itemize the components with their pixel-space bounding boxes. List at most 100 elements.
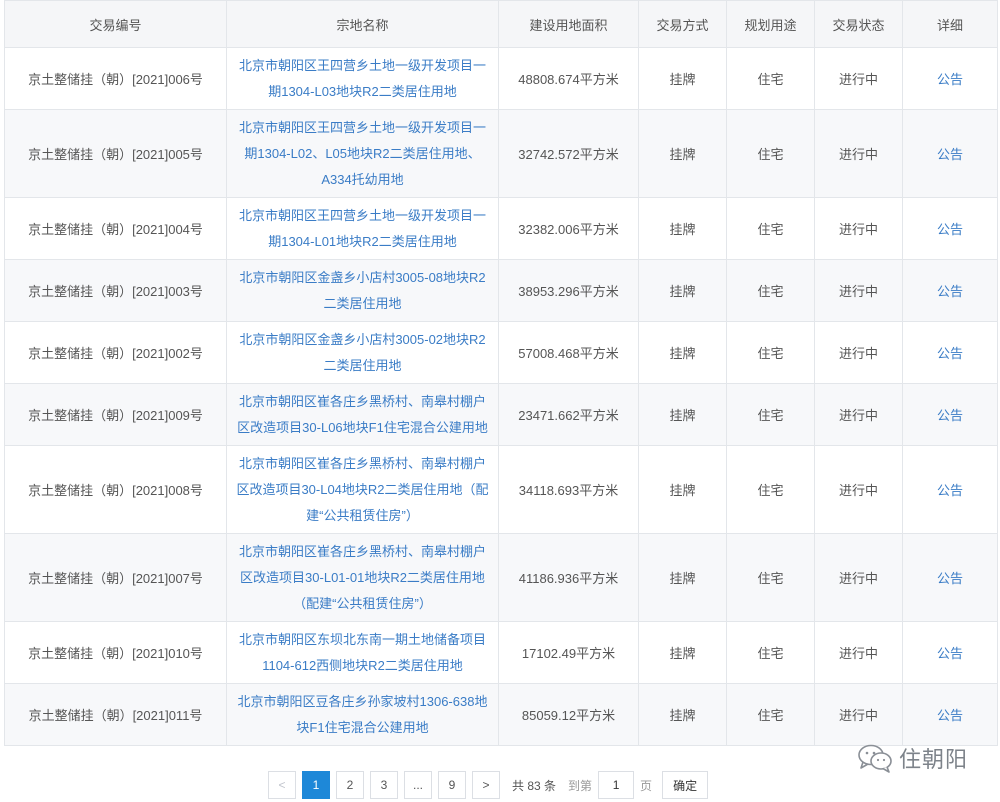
page-1-button[interactable]: 1: [302, 771, 330, 799]
parcel-name-link[interactable]: 北京市朝阳区崔各庄乡黑桥村、南皋村棚户区改造项目30-L06地块F1住宅混合公建…: [226, 383, 499, 446]
land-area-cell: 57008.468平方米: [498, 321, 639, 384]
land-area-cell: 34118.693平方米: [498, 445, 639, 534]
trade-method-cell: 挂牌: [638, 445, 727, 534]
parcel-name-link[interactable]: 北京市朝阳区王四营乡土地一级开发项目一期1304-L01地块R2二类居住用地: [226, 197, 499, 260]
table-row: 京土整储挂（朝）[2021]006号 北京市朝阳区王四营乡土地一级开发项目一期1…: [4, 47, 998, 110]
wechat-icon: [858, 744, 892, 773]
announcement-link[interactable]: 公告: [902, 533, 998, 622]
trade-status-cell: 进行中: [814, 321, 903, 384]
prev-page-button[interactable]: <: [268, 771, 296, 799]
trade-method-cell: 挂牌: [638, 109, 727, 198]
trade-method-cell: 挂牌: [638, 621, 727, 684]
table-row: 京土整储挂（朝）[2021]008号 北京市朝阳区崔各庄乡黑桥村、南皋村棚户区改…: [4, 445, 998, 534]
planned-use-cell: 住宅: [726, 533, 815, 622]
page-ellipsis[interactable]: ...: [404, 771, 432, 799]
trade-method-cell: 挂牌: [638, 321, 727, 384]
parcel-name-link[interactable]: 北京市朝阳区王四营乡土地一级开发项目一期1304-L02、L05地块R2二类居住…: [226, 109, 499, 198]
planned-use-cell: 住宅: [726, 621, 815, 684]
planned-use-cell: 住宅: [726, 197, 815, 260]
goto-page-input[interactable]: 1: [598, 771, 635, 799]
table-row: 京土整储挂（朝）[2021]004号 北京市朝阳区王四营乡土地一级开发项目一期1…: [4, 197, 998, 260]
trade-status-cell: 进行中: [814, 383, 903, 446]
table-row: 京土整储挂（朝）[2021]003号 北京市朝阳区金盏乡小店村3005-08地块…: [4, 259, 998, 322]
page-9-button[interactable]: 9: [438, 771, 466, 799]
trade-status-cell: 进行中: [814, 533, 903, 622]
trade-status-cell: 进行中: [814, 621, 903, 684]
confirm-button[interactable]: 确定: [662, 771, 709, 799]
land-area-cell: 23471.662平方米: [498, 383, 639, 446]
trade-method-cell: 挂牌: [638, 47, 727, 110]
trade-number-cell: 京土整储挂（朝）[2021]011号: [4, 683, 227, 746]
parcel-name-link[interactable]: 北京市朝阳区王四营乡土地一级开发项目一期1304-L03地块R2二类居住用地: [226, 47, 499, 110]
header-trade-number: 交易编号: [4, 0, 227, 48]
trade-number-cell: 京土整储挂（朝）[2021]009号: [4, 383, 227, 446]
trade-number-cell: 京土整储挂（朝）[2021]004号: [4, 197, 227, 260]
announcement-link[interactable]: 公告: [902, 47, 998, 110]
trade-status-cell: 进行中: [814, 197, 903, 260]
parcel-name-link[interactable]: 北京市朝阳区金盏乡小店村3005-02地块R2二类居住用地: [226, 321, 499, 384]
land-transaction-table: 交易编号 宗地名称 建设用地面积 交易方式 规划用途 交易状态 详细 京土整储挂…: [4, 0, 998, 746]
announcement-link[interactable]: 公告: [902, 197, 998, 260]
next-page-button[interactable]: >: [472, 771, 500, 799]
trade-number-cell: 京土整储挂（朝）[2021]008号: [4, 445, 227, 534]
trade-number-cell: 京土整储挂（朝）[2021]002号: [4, 321, 227, 384]
announcement-link[interactable]: 公告: [902, 259, 998, 322]
total-count: 共 83 条: [512, 778, 557, 793]
land-area-cell: 32382.006平方米: [498, 197, 639, 260]
land-area-cell: 48808.674平方米: [498, 47, 639, 110]
page-unit-label: 页: [640, 778, 653, 793]
page-3-button[interactable]: 3: [370, 771, 398, 799]
announcement-link[interactable]: 公告: [902, 383, 998, 446]
header-detail: 详细: [902, 0, 998, 48]
parcel-name-link[interactable]: 北京市朝阳区豆各庄乡孙家坡村1306-638地块F1住宅混合公建用地: [226, 683, 499, 746]
pagination: < 1 2 3 ... 9 > 共 83 条 到第 1 页 确定: [268, 770, 709, 800]
land-area-cell: 17102.49平方米: [498, 621, 639, 684]
header-land-area: 建设用地面积: [498, 0, 639, 48]
header-planned-use: 规划用途: [726, 0, 815, 48]
parcel-name-link[interactable]: 北京市朝阳区金盏乡小店村3005-08地块R2二类居住用地: [226, 259, 499, 322]
trade-number-cell: 京土整储挂（朝）[2021]006号: [4, 47, 227, 110]
trade-status-cell: 进行中: [814, 683, 903, 746]
watermark-text: 住朝阳: [898, 747, 968, 772]
trade-method-cell: 挂牌: [638, 533, 727, 622]
planned-use-cell: 住宅: [726, 445, 815, 534]
trade-status-cell: 进行中: [814, 47, 903, 110]
trade-number-cell: 京土整储挂（朝）[2021]010号: [4, 621, 227, 684]
planned-use-cell: 住宅: [726, 47, 815, 110]
announcement-link[interactable]: 公告: [902, 321, 998, 384]
table-row: 京土整储挂（朝）[2021]010号 北京市朝阳区东坝北东南一期土地储备项目11…: [4, 621, 998, 684]
land-area-cell: 85059.12平方米: [498, 683, 639, 746]
page-2-button[interactable]: 2: [336, 771, 364, 799]
planned-use-cell: 住宅: [726, 259, 815, 322]
goto-label: 到第: [568, 778, 593, 793]
trade-number-cell: 京土整储挂（朝）[2021]003号: [4, 259, 227, 322]
header-trade-method: 交易方式: [638, 0, 727, 48]
trade-status-cell: 进行中: [814, 259, 903, 322]
table-row: 京土整储挂（朝）[2021]002号 北京市朝阳区金盏乡小店村3005-02地块…: [4, 321, 998, 384]
trade-number-cell: 京土整储挂（朝）[2021]005号: [4, 109, 227, 198]
table-header-row: 交易编号 宗地名称 建设用地面积 交易方式 规划用途 交易状态 详细: [4, 0, 998, 48]
planned-use-cell: 住宅: [726, 383, 815, 446]
parcel-name-link[interactable]: 北京市朝阳区东坝北东南一期土地储备项目1104-612西侧地块R2二类居住用地: [226, 621, 499, 684]
header-parcel-name: 宗地名称: [226, 0, 499, 48]
trade-status-cell: 进行中: [814, 109, 903, 198]
announcement-link[interactable]: 公告: [902, 621, 998, 684]
parcel-name-link[interactable]: 北京市朝阳区崔各庄乡黑桥村、南皋村棚户区改造项目30-L01-01地块R2二类居…: [226, 533, 499, 622]
trade-method-cell: 挂牌: [638, 383, 727, 446]
announcement-link[interactable]: 公告: [902, 445, 998, 534]
header-trade-status: 交易状态: [814, 0, 903, 48]
trade-number-cell: 京土整储挂（朝）[2021]007号: [4, 533, 227, 622]
table-row: 京土整储挂（朝）[2021]007号 北京市朝阳区崔各庄乡黑桥村、南皋村棚户区改…: [4, 533, 998, 622]
table-row: 京土整储挂（朝）[2021]005号 北京市朝阳区王四营乡土地一级开发项目一期1…: [4, 109, 998, 198]
announcement-link[interactable]: 公告: [902, 109, 998, 198]
planned-use-cell: 住宅: [726, 109, 815, 198]
watermark: 住朝阳: [857, 742, 968, 774]
trade-status-cell: 进行中: [814, 445, 903, 534]
land-area-cell: 41186.936平方米: [498, 533, 639, 622]
land-area-cell: 38953.296平方米: [498, 259, 639, 322]
planned-use-cell: 住宅: [726, 321, 815, 384]
trade-method-cell: 挂牌: [638, 197, 727, 260]
land-area-cell: 32742.572平方米: [498, 109, 639, 198]
announcement-link[interactable]: 公告: [902, 683, 998, 746]
parcel-name-link[interactable]: 北京市朝阳区崔各庄乡黑桥村、南皋村棚户区改造项目30-L04地块R2二类居住用地…: [226, 445, 499, 534]
